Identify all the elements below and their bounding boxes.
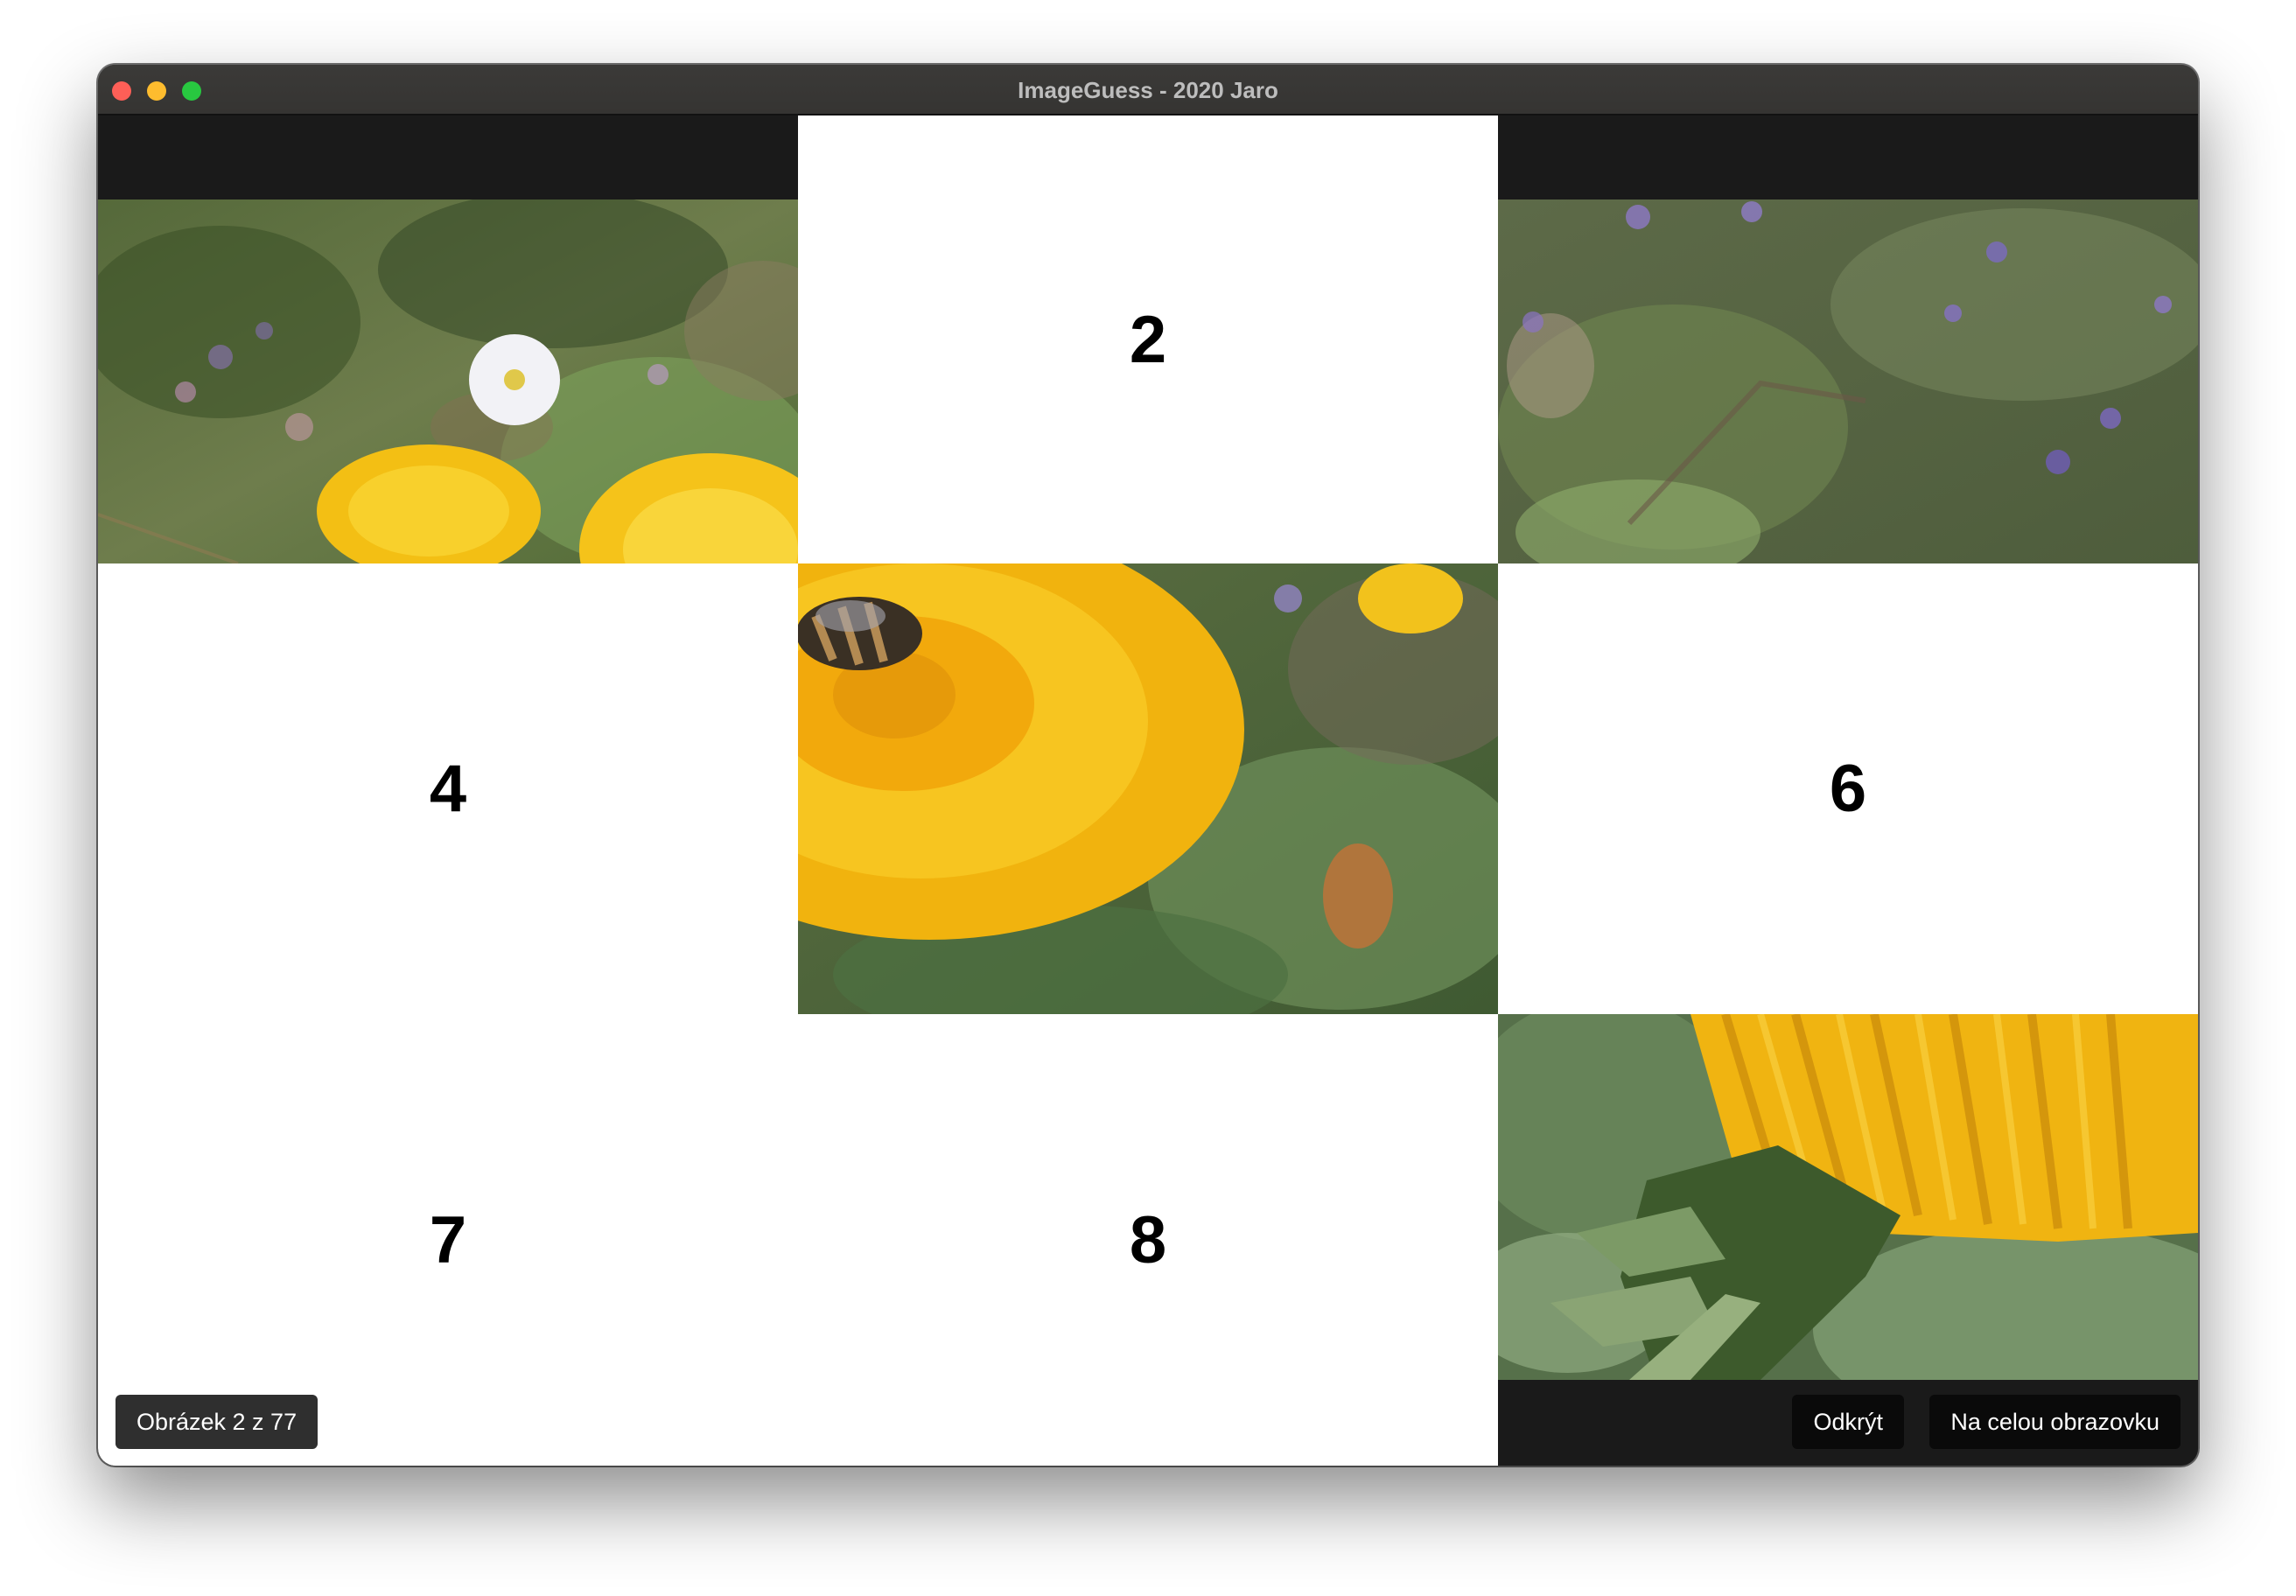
tile-8-covered[interactable]: 8 [798, 1014, 1498, 1466]
tile-1-revealed[interactable] [98, 200, 798, 564]
tile-4-number: 4 [429, 752, 467, 826]
tile-1-photo [98, 200, 798, 564]
fullscreen-button[interactable]: Na celou obrazovku [1929, 1395, 2180, 1449]
tile-3-photo [1498, 200, 2198, 564]
tile-4-covered[interactable]: 4 [98, 564, 798, 1014]
puzzle-area: 2 4 6 7 8 Obrázek 2 z 77 Odkrýt Na celou… [98, 116, 2198, 1466]
tile-9-revealed[interactable] [1498, 1014, 2198, 1380]
tile-8-number: 8 [1129, 1202, 1167, 1278]
app-window: ImageGuess - 2020 Jaro 2 4 6 7 8 Obrázek… [98, 65, 2198, 1466]
tile-9-photo [1498, 1014, 2198, 1380]
reveal-button[interactable]: Odkrýt [1792, 1395, 1904, 1449]
tile-5-revealed[interactable] [798, 564, 1498, 1014]
tile-6-number: 6 [1829, 752, 1867, 826]
tile-2-covered[interactable]: 2 [798, 116, 1498, 564]
tile-2-number: 2 [1129, 302, 1167, 377]
image-counter: Obrázek 2 z 77 [116, 1395, 318, 1449]
window-title: ImageGuess - 2020 Jaro [1018, 77, 1278, 103]
tile-5-photo [798, 564, 1498, 1014]
tile-3-revealed[interactable] [1498, 200, 2198, 564]
title-bar: ImageGuess - 2020 Jaro [98, 65, 2198, 116]
tile-6-covered[interactable]: 6 [1498, 564, 2198, 1014]
tile-7-number: 7 [429, 1202, 467, 1278]
screen: ImageGuess - 2020 Jaro 2 4 6 7 8 Obrázek… [0, 0, 2296, 1596]
